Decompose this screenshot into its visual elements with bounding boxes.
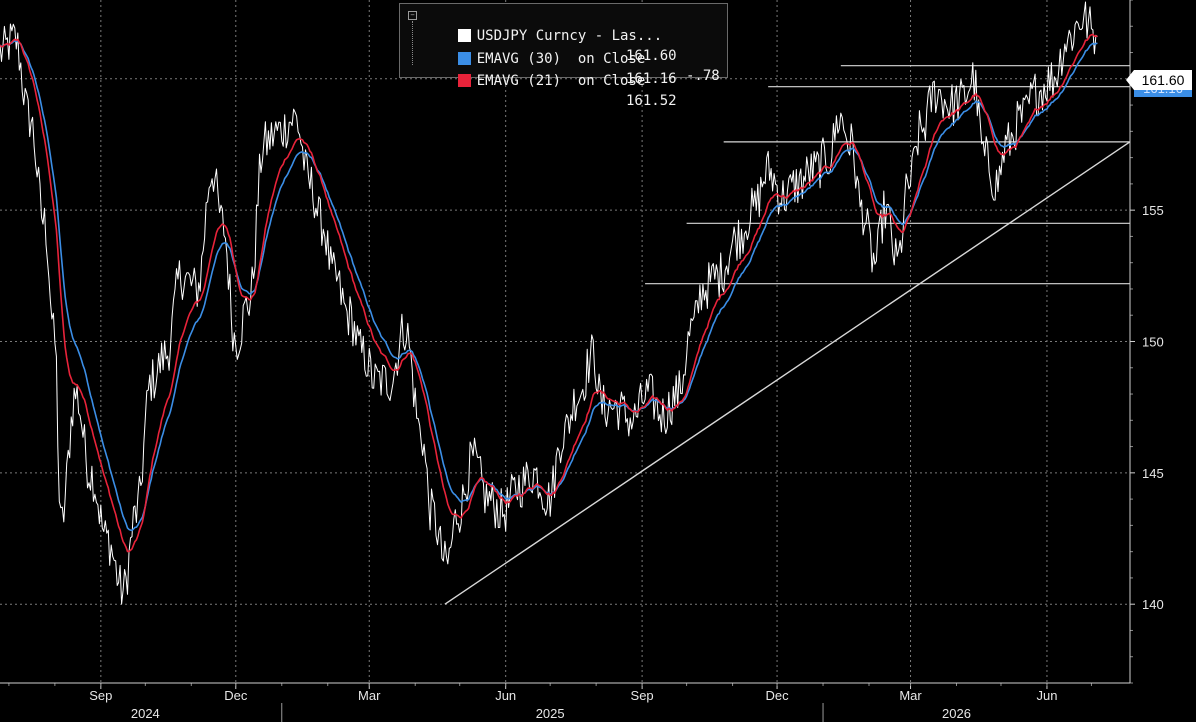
legend-swatch-ema21 <box>457 74 471 87</box>
series-lines <box>0 1 1098 605</box>
x-month-label: Sep <box>89 688 112 703</box>
x-month-label: Dec <box>765 688 789 703</box>
y-tick-label: 145 <box>1142 466 1164 481</box>
usdjpy-chart: 140145150155160SepDecMarJunSepDecMarJun2… <box>0 0 1164 722</box>
x-month-label: Mar <box>899 688 922 703</box>
legend-item-price[interactable]: USDJPY Curncy - Las... 161.60 -.78 <box>424 6 720 84</box>
legend-collapse-icon[interactable]: − <box>408 11 417 20</box>
x-year-label: 2024 <box>131 706 160 721</box>
last-price-tag: 161.60 <box>1126 70 1192 90</box>
x-month-label: Jun <box>1036 688 1057 703</box>
y-tick-label: 140 <box>1142 597 1164 612</box>
ema21-series-line <box>0 33 1098 553</box>
x-month-label: Dec <box>224 688 248 703</box>
ema30-series-line <box>0 39 1098 532</box>
x-year-label: 2026 <box>942 706 971 721</box>
legend-label: EMAVG (21) on Close <box>476 73 646 89</box>
legend-item-ema30[interactable]: EMAVG (30) on Close 161.16 <box>424 29 677 87</box>
price-series-line <box>0 1 1098 605</box>
legend-change: -.78 <box>686 68 720 84</box>
x-month-label: Sep <box>631 688 654 703</box>
y-tick-label: 150 <box>1142 335 1164 350</box>
legend-tree-lines <box>412 21 419 65</box>
x-year-label: 2025 <box>536 706 565 721</box>
axes: 140145150155160SepDecMarJunSepDecMarJun2… <box>0 0 1164 722</box>
grid-lines <box>0 0 1130 683</box>
chart-legend[interactable]: − USDJPY Curncy - Las... 161.60 -.78 EMA… <box>399 3 728 109</box>
x-month-label: Jun <box>495 688 516 703</box>
legend-value: 161.52 <box>626 93 677 109</box>
trend-line <box>444 141 1131 605</box>
y-tick-label: 155 <box>1142 203 1164 218</box>
support-resistance-levels <box>444 65 1131 605</box>
legend-item-ema21[interactable]: EMAVG (21) on Close 161.52 <box>424 51 677 109</box>
x-month-label: Mar <box>358 688 381 703</box>
